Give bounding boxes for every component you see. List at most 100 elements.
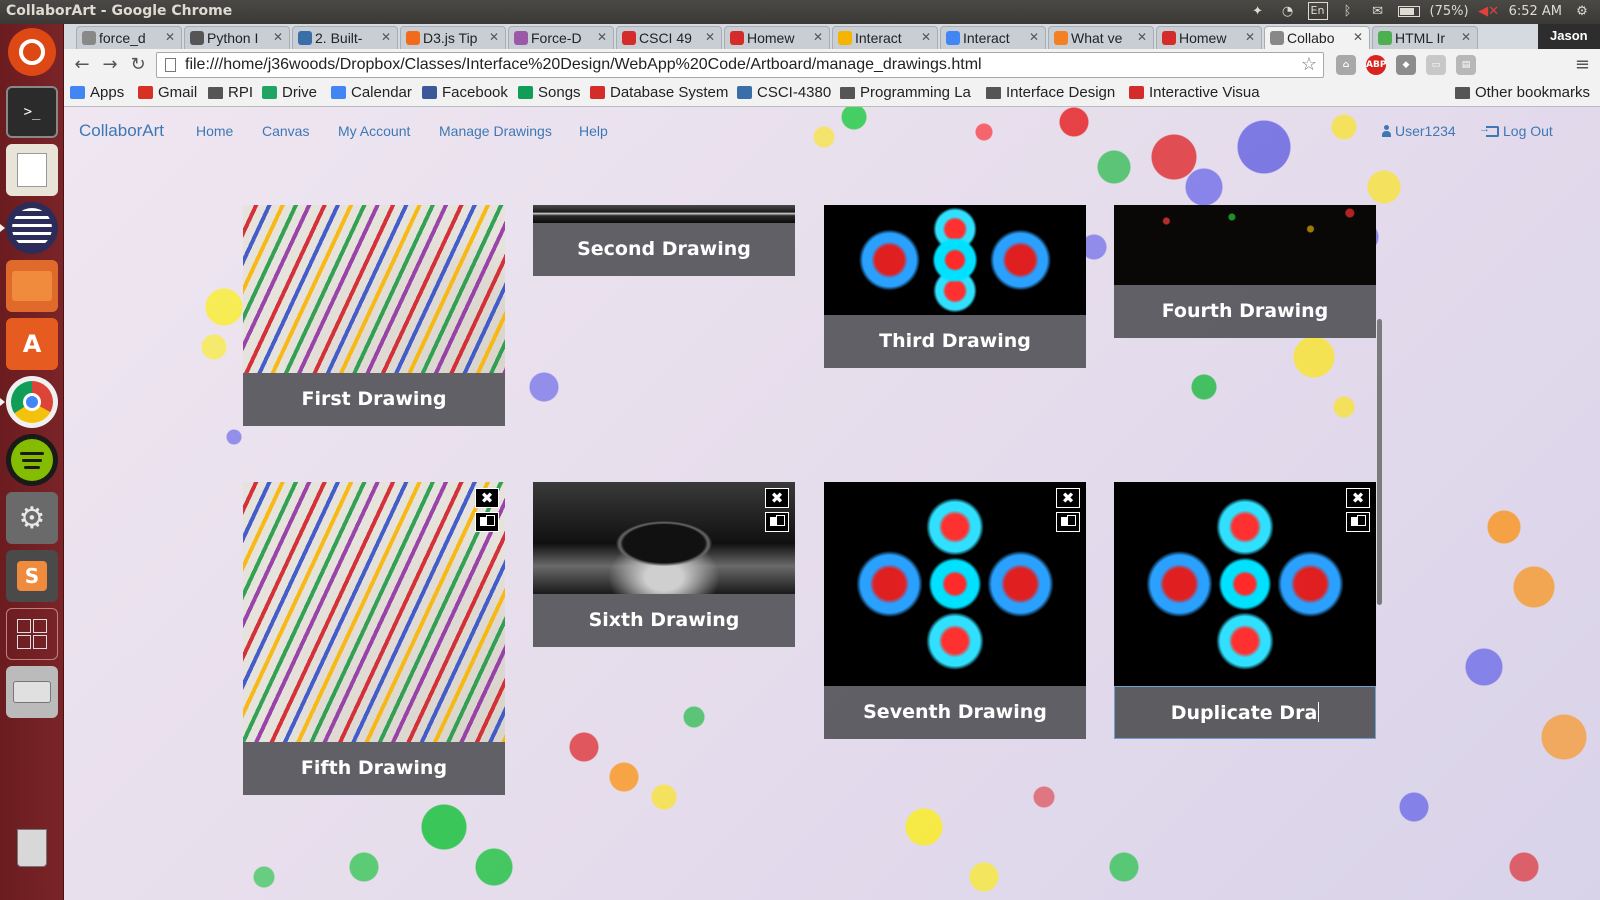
terminal-icon[interactable]: >_ [6,86,58,138]
user-account-link[interactable]: User1234 [1381,123,1456,139]
drawing-card[interactable]: Third Drawing [824,205,1086,368]
browser-tab[interactable]: Collabo ✕ [1264,26,1370,49]
duplicate-icon[interactable] [765,512,789,532]
browser-tab[interactable]: Homew ✕ [1156,26,1262,49]
drawing-thumbnail[interactable] [824,205,1086,315]
nav-canvas[interactable]: Canvas [262,123,309,139]
drawing-card[interactable]: Fifth Drawing ✖ [243,482,505,795]
browser-tab[interactable]: Interact ✕ [940,26,1046,49]
battery-icon[interactable] [1397,5,1420,17]
trash-icon[interactable] [6,822,58,874]
browser-tab[interactable]: Homew ✕ [724,26,830,49]
drawing-thumbnail[interactable] [533,482,795,594]
drawing-title-input[interactable]: Duplicate Dra [1114,686,1376,739]
drawing-title[interactable]: Fifth Drawing [243,742,505,795]
nav-my-account[interactable]: My Account [338,123,410,139]
sublime-text-icon[interactable]: S [6,550,58,602]
bookmark-star-icon[interactable]: ☆ [1301,54,1317,75]
workspace-switcher-icon[interactable] [6,608,58,660]
drawing-thumbnail[interactable] [824,482,1086,686]
bookmark-item[interactable]: Interface Design [986,84,1115,101]
tab-close-icon[interactable]: ✕ [1353,30,1363,44]
bookmark-item[interactable]: Apps [70,84,124,101]
duplicate-icon[interactable] [475,512,499,532]
duplicate-icon[interactable] [1056,512,1080,532]
tab-close-icon[interactable]: ✕ [273,30,283,44]
extension-icon[interactable]: ▤ [1456,55,1476,75]
other-bookmarks[interactable]: Other bookmarks [1454,84,1590,101]
text-editor-icon[interactable] [6,144,58,196]
spotify-icon[interactable] [6,434,58,486]
logout-link[interactable]: Log Out [1479,123,1553,139]
drawing-title[interactable]: Seventh Drawing [824,686,1086,739]
muted-volume-icon[interactable]: ◀✕ [1478,2,1499,20]
drawing-card[interactable]: Seventh Drawing ✖ [824,482,1086,739]
settings-gear-icon[interactable]: ⚙ [1572,2,1592,20]
reload-icon[interactable]: ↻ [126,53,150,77]
url-text[interactable]: file:///home/j36woods/Dropbox/Classes/In… [185,56,982,73]
drawing-thumbnail[interactable] [1114,205,1376,285]
tab-close-icon[interactable]: ✕ [1461,30,1471,44]
dropbox-icon[interactable]: ✦ [1248,2,1268,20]
bookmark-item[interactable]: Songs [518,84,581,101]
tab-close-icon[interactable]: ✕ [381,30,391,44]
delete-icon[interactable]: ✖ [765,488,789,508]
drawing-thumbnail[interactable] [243,482,505,742]
drawing-thumbnail[interactable] [1114,482,1376,686]
drawing-title[interactable]: First Drawing [243,373,505,426]
browser-tab[interactable]: HTML Ir ✕ [1372,26,1478,49]
bookmark-item[interactable]: RPI [208,84,253,101]
tab-close-icon[interactable]: ✕ [921,30,931,44]
bookmark-item[interactable]: Facebook [422,84,508,101]
drawing-card[interactable]: Sixth Drawing ✖ [533,482,795,647]
tab-close-icon[interactable]: ✕ [489,30,499,44]
address-bar[interactable]: file:///home/j36woods/Dropbox/Classes/In… [156,52,1324,78]
browser-tab[interactable]: CSCI 49 ✕ [616,26,722,49]
mail-icon[interactable]: ✉ [1368,2,1388,20]
back-arrow-icon[interactable]: ← [70,53,94,77]
tab-close-icon[interactable]: ✕ [1245,30,1255,44]
tab-close-icon[interactable]: ✕ [165,30,175,44]
adblock-icon[interactable]: ABP [1366,55,1386,75]
browser-menu-icon[interactable]: ≡ [1575,54,1590,75]
profile-button[interactable]: Jason [1538,24,1600,49]
software-center-icon[interactable]: A [6,318,58,370]
bookmark-item[interactable]: Programming La [840,84,971,101]
browser-tab[interactable]: 2. Built- ✕ [292,26,398,49]
bookmark-item[interactable]: Calendar [331,84,412,101]
tab-close-icon[interactable]: ✕ [1137,30,1147,44]
chrome-icon[interactable] [0,376,58,428]
system-settings-icon[interactable]: ⚙ [6,492,58,544]
extension-icon[interactable]: ⌂ [1336,55,1356,75]
drawing-card[interactable]: Duplicate Dra ✖ [1114,482,1376,739]
nav-home[interactable]: Home [196,123,233,139]
browser-tab[interactable]: What ve ✕ [1048,26,1154,49]
browser-tab[interactable]: Python I ✕ [184,26,290,49]
files-folder-icon[interactable] [6,260,58,312]
clock[interactable]: 6:52 AM [1509,4,1562,19]
drawing-title[interactable]: Fourth Drawing [1114,285,1376,338]
browser-tab[interactable]: D3.js Tip ✕ [400,26,506,49]
tab-close-icon[interactable]: ✕ [597,30,607,44]
tab-close-icon[interactable]: ✕ [705,30,715,44]
bookmark-item[interactable]: Drive [262,84,317,101]
bluetooth-icon[interactable]: ᛒ [1338,2,1358,20]
bookmark-item[interactable]: CSCI-4380 [737,84,831,101]
drawing-title[interactable]: Third Drawing [824,315,1086,368]
wifi-icon[interactable]: ◔ [1278,2,1298,20]
nav-manage-drawings[interactable]: Manage Drawings [439,123,552,139]
browser-tab[interactable]: Interact ✕ [832,26,938,49]
extension-icon[interactable]: ▭ [1426,55,1446,75]
brand-link[interactable]: CollaborArt [79,121,164,141]
keyboard-language-indicator[interactable]: En [1307,2,1328,20]
drawing-card[interactable]: Fourth Drawing [1114,205,1376,338]
bookmark-item[interactable]: Database System [590,84,728,101]
forward-arrow-icon[interactable]: → [98,53,122,77]
bookmark-item[interactable]: Interactive Visua [1129,84,1260,101]
ubuntu-dash-icon[interactable] [8,28,56,76]
battery-percentage[interactable]: (75%) [1430,4,1469,19]
tab-close-icon[interactable]: ✕ [813,30,823,44]
drawing-card[interactable]: First Drawing [243,205,505,426]
drawing-thumbnail[interactable] [243,205,505,373]
bookmark-item[interactable]: Gmail [138,84,197,101]
